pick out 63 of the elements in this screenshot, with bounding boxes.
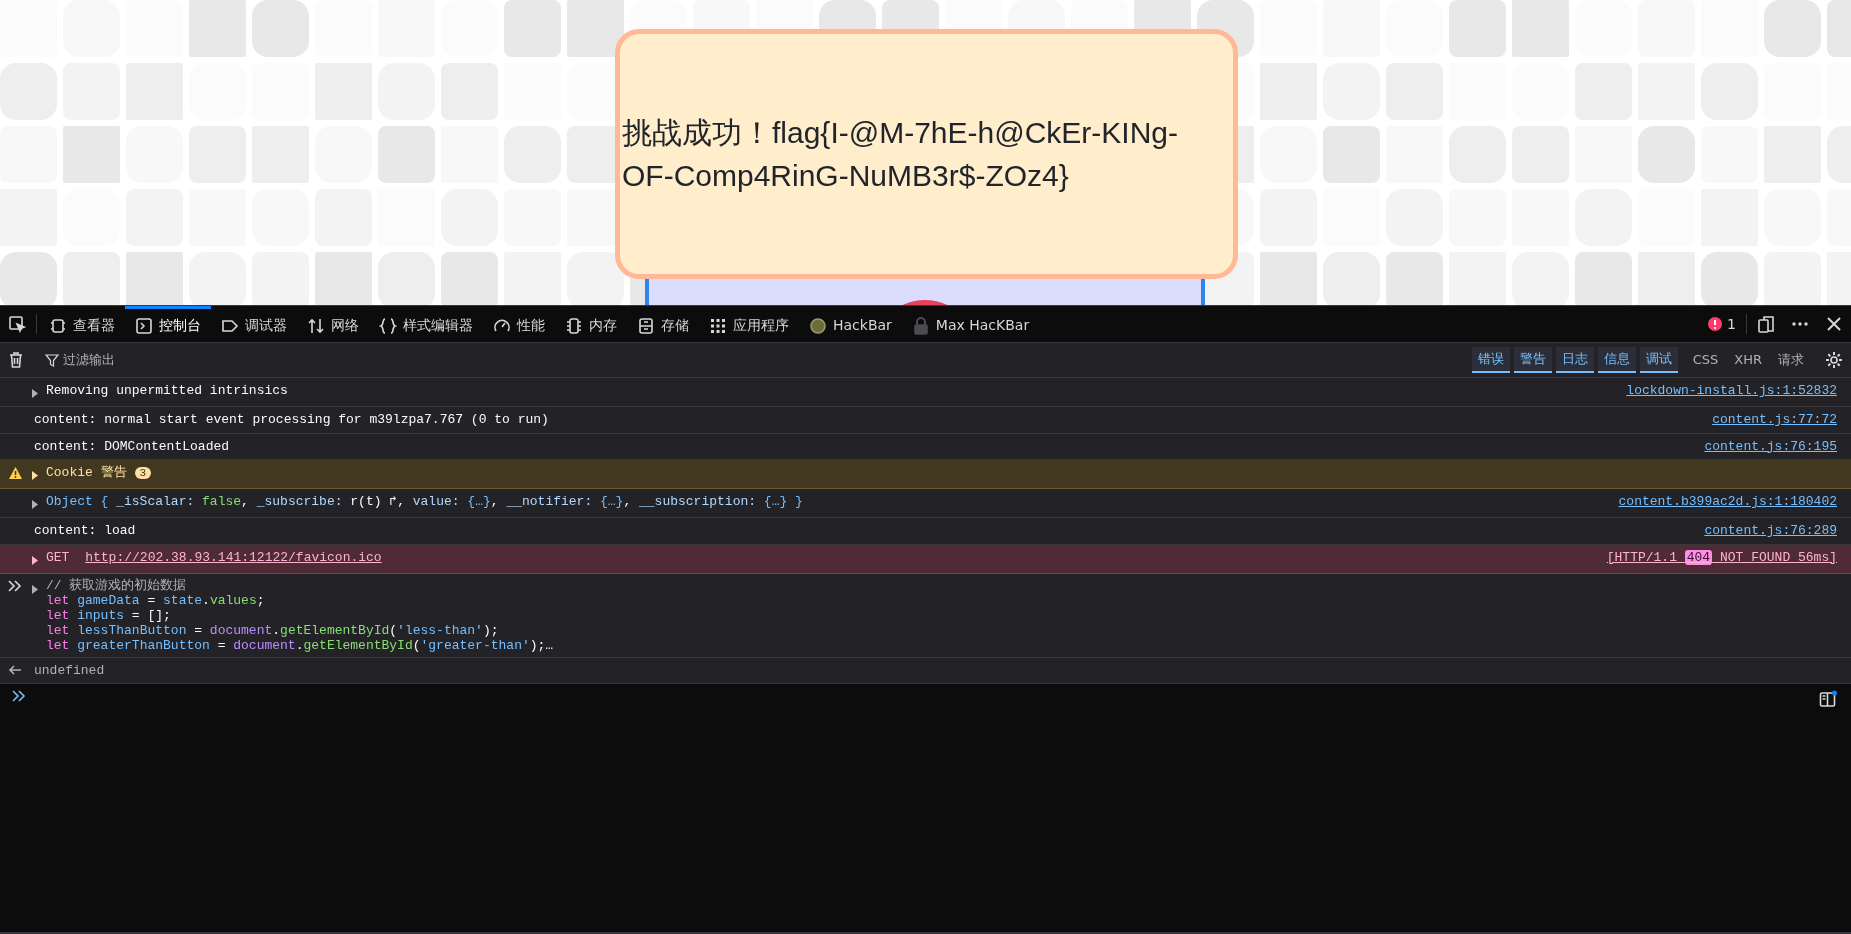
braces-icon — [379, 316, 397, 335]
expand-arrow-icon[interactable] — [30, 388, 40, 400]
log-level-toggle[interactable]: 信息 — [1597, 347, 1636, 373]
chip-icon — [49, 316, 67, 335]
url-link[interactable]: http://202.38.93.141:12122/favicon.ico — [85, 549, 382, 565]
prompt-icon — [8, 579, 22, 592]
console-message: content: load — [33, 522, 137, 539]
devtools-tab[interactable]: 性能 — [483, 306, 555, 342]
trash-icon[interactable] — [8, 351, 24, 369]
lock-icon — [911, 316, 930, 335]
console-message: content: DOMContentLoaded — [33, 437, 231, 455]
error-icon — [1707, 316, 1724, 332]
code-text: // 获取游戏的初始数据 let gameData = state.values; let inputs = []; let lessThanButton = document.getElementById('less-than'); let greaterThanButton = document.getElementById('greater-than');… — [45, 577, 555, 653]
sidebar-toggle-icon[interactable] — [1819, 690, 1837, 708]
responsive-design-icon[interactable] — [1757, 315, 1775, 333]
source-link[interactable]: lockdown-install.js:1:52832 — [1626, 382, 1837, 399]
source-link[interactable]: content.b399ac2d.js:1:180402 — [1618, 493, 1837, 510]
log-level-toggle[interactable]: 调试 — [1639, 347, 1678, 373]
console-message: Removing unpermitted intrinsics — [45, 382, 289, 399]
source-link[interactable]: content.js:76:289 — [1704, 522, 1837, 539]
devtools-tab[interactable]: Max HacKBar — [901, 306, 1040, 342]
devtools-tab[interactable]: 网络 — [297, 306, 369, 342]
prompt-icon[interactable] — [12, 690, 26, 702]
filter-icon — [45, 353, 59, 367]
element-picker-icon[interactable] — [8, 315, 26, 333]
up-down-arrows-icon — [307, 316, 325, 335]
log-level-toggle[interactable]: 警告 — [1513, 347, 1552, 373]
object-preview: Object { _isScalar: false, _subscribe: r(t) ↱, value: {…}, __notifier: {…}, __subscription: {…} } — [45, 493, 804, 510]
expand-arrow-icon[interactable] — [30, 499, 40, 511]
warning-message: Cookie 警告 — [46, 465, 127, 480]
devtools-tab[interactable]: 调试器 — [211, 306, 297, 342]
console-message: undefined — [33, 661, 106, 679]
devtools-tab[interactable]: 样式编辑器 — [369, 306, 483, 342]
devtools-tab[interactable]: 存储 — [627, 306, 699, 342]
request-filter-toggle[interactable]: XHR — [1726, 348, 1770, 372]
error-count[interactable]: 1 — [1699, 306, 1744, 342]
filter-field[interactable]: 过滤输出 — [61, 349, 361, 371]
source-link[interactable]: content.js:76:195 — [1704, 437, 1837, 455]
memory-chip-icon — [565, 316, 583, 335]
success-message: 挑战成功！flag{I-@M-7hE-h@CkEr-KINg-OF-Comp4RinG-NuMB3r$-ZOz4} — [622, 114, 1179, 194]
close-icon[interactable] — [1825, 315, 1843, 333]
devtools-tab[interactable]: 查看器 — [39, 306, 125, 342]
expand-arrow-icon[interactable] — [30, 583, 40, 595]
request-method: GET — [46, 549, 70, 565]
storage-icon — [637, 316, 655, 335]
return-arrow-icon — [8, 663, 22, 676]
console-icon — [135, 316, 153, 335]
settings-icon[interactable] — [1825, 351, 1843, 369]
expand-arrow-icon[interactable] — [30, 470, 40, 482]
console-message: content: normal start event processing for m39lzpa7.767 (0 to run) — [33, 411, 550, 428]
request-filter-toggle[interactable]: CSS — [1684, 348, 1727, 372]
devtools-tab[interactable]: 内存 — [555, 306, 627, 342]
message-count: 3 — [134, 467, 152, 479]
request-filter-toggle[interactable]: 请求 — [1770, 348, 1812, 372]
response-status[interactable]: [HTTP/1.1 404 NOT FOUND 56ms] — [1606, 548, 1837, 566]
log-level-toggle[interactable]: 错误 — [1471, 347, 1510, 373]
source-link[interactable]: content.js:77:72 — [1712, 411, 1837, 428]
devtools-tab[interactable]: 应用程序 — [699, 306, 799, 342]
log-level-toggle[interactable]: 日志 — [1555, 347, 1594, 373]
grid-icon — [709, 316, 727, 335]
expand-arrow-icon[interactable] — [30, 554, 40, 566]
warning-icon — [7, 466, 23, 480]
devtools-tab[interactable]: HackBar — [799, 306, 902, 342]
